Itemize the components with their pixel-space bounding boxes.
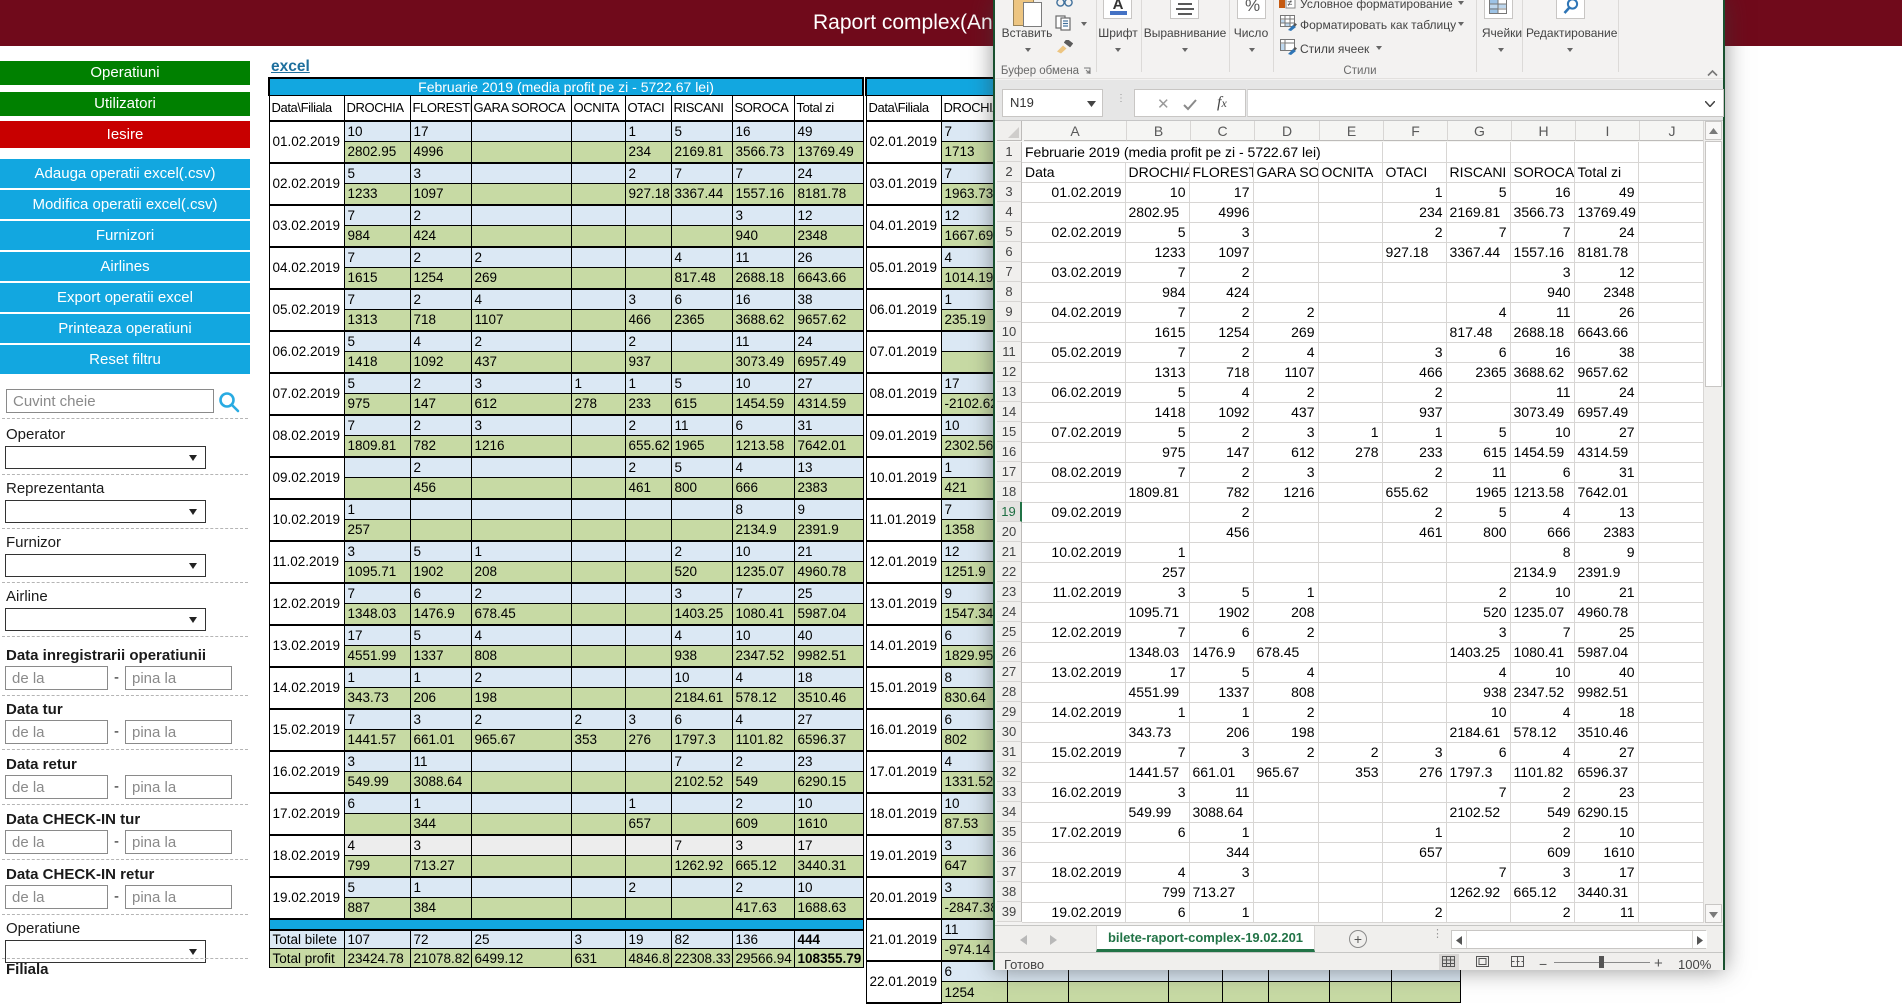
svg-text:≠: ≠ xyxy=(1288,0,1293,8)
